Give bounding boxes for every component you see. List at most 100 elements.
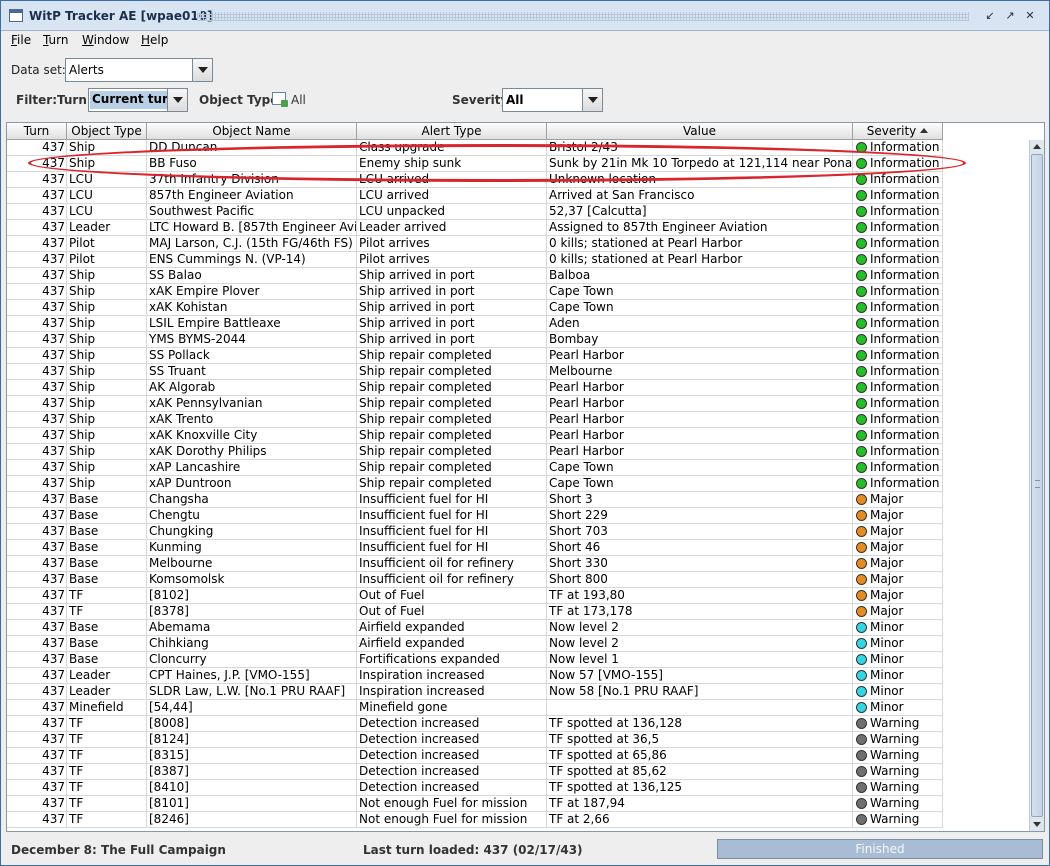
menu-help[interactable]: Help [141, 33, 168, 47]
table-row[interactable]: 437 TF [8101] Not enough Fuel for mission T… [7, 796, 943, 812]
chevron-down-icon[interactable] [167, 89, 187, 111]
cell-turn: 437 [7, 652, 67, 668]
severity-select[interactable]: All [502, 88, 603, 112]
table-row[interactable]: 437 LCU 37th Infantry Division LCU arrived U… [7, 172, 943, 188]
table-row[interactable]: 437 TF [8008] Detection increased TF spotte… [7, 716, 943, 732]
menu-window[interactable]: Window [82, 33, 129, 47]
table-row[interactable]: 437 Minefield [54,44] Minefield gone Minor [7, 700, 943, 716]
table-row[interactable]: 437 Ship xAK Dorothy Philips Ship repair co… [7, 444, 943, 460]
table-row[interactable]: 437 Base Changsha Insufficient fuel for HI S… [7, 492, 943, 508]
table-row[interactable]: 437 Ship xAK Pennsylvanian Ship repair comp… [7, 396, 943, 412]
table-row[interactable]: 437 Ship DD Duncan Class upgrade Bristol 2/4… [7, 140, 943, 156]
vertical-scrollbar[interactable] [1029, 140, 1044, 831]
table-row[interactable]: 437 TF [8102] Out of Fuel TF at 193,80 Major [7, 588, 943, 604]
cell-object-name: Chihkiang [147, 636, 357, 652]
cell-value: TF at 2,66 [547, 812, 853, 828]
severity-dot-icon [856, 254, 867, 265]
severity-dot-icon [856, 654, 867, 665]
column-header-severity[interactable]: Severity [853, 123, 943, 140]
cell-turn: 437 [7, 460, 67, 476]
table-row[interactable]: 437 Leader LTC Howard B. [857th Engineer A… [7, 220, 943, 236]
table-row[interactable]: 437 Pilot ENS Cummings N. (VP-14) Pilot arr… [7, 252, 943, 268]
table-row[interactable]: 437 LCU 857th Engineer Aviation LCU arrived… [7, 188, 943, 204]
scroll-down-icon[interactable] [1030, 817, 1044, 831]
cell-severity: Information [853, 332, 943, 348]
severity-dot-icon [856, 638, 867, 649]
cell-turn: 437 [7, 348, 67, 364]
table-row[interactable]: 437 Ship xAP Lancashire Ship repair complet… [7, 460, 943, 476]
dataset-row: Data set: Alerts [1, 57, 1049, 85]
cell-alert-type: Pilot arrives [357, 236, 547, 252]
table-row[interactable]: 437 Base Chihkiang Airfield expanded Now lev… [7, 636, 943, 652]
cell-value: Pearl Harbor [547, 444, 853, 460]
table-row[interactable]: 437 TF [8124] Detection increased TF spotte… [7, 732, 943, 748]
scroll-up-icon[interactable] [1030, 140, 1044, 154]
severity-dot-icon [856, 382, 867, 393]
object-type-value[interactable]: All [291, 93, 306, 107]
table-row[interactable]: 437 Leader CPT Haines, J.P. [VMO-155] Inspi… [7, 668, 943, 684]
cell-alert-type: Ship arrived in port [357, 300, 547, 316]
column-header-value[interactable]: Value [547, 123, 853, 140]
table-row[interactable]: 437 TF [8315] Detection increased TF spotte… [7, 748, 943, 764]
table-row[interactable]: 437 Base Cloncurry Fortifications expanded N… [7, 652, 943, 668]
cell-severity: Information [853, 188, 943, 204]
maximize-icon[interactable]: ↗ [1002, 8, 1018, 23]
status-bar: December 8: The Full Campaign Last turn … [1, 837, 1049, 865]
severity-dot-icon [856, 606, 867, 617]
table-row[interactable]: 437 TF [8410] Detection increased TF spotte… [7, 780, 943, 796]
dataset-select[interactable]: Alerts [65, 58, 213, 82]
cell-object-name: SLDR Law, L.W. [No.1 PRU RAAF] [147, 684, 357, 700]
cell-alert-type: Detection increased [357, 716, 547, 732]
chevron-down-icon[interactable] [192, 59, 212, 81]
table-row[interactable]: 437 Base Chungking Insufficient fuel for HI… [7, 524, 943, 540]
severity-dot-icon [856, 430, 867, 441]
table-row[interactable]: 437 Base Abemama Airfield expanded Now level… [7, 620, 943, 636]
table-row[interactable]: 437 Pilot MAJ Larson, C.J. (15th FG/46th F… [7, 236, 943, 252]
table-row[interactable]: 437 Ship LSIL Empire Battleaxe Ship arrived… [7, 316, 943, 332]
table-row[interactable]: 437 Ship AK Algorab Ship repair completed Pe… [7, 380, 943, 396]
turn-select[interactable]: Current turn [88, 88, 188, 112]
table-row[interactable]: 437 Base Komsomolsk Insufficient oil for re… [7, 572, 943, 588]
table-row[interactable]: 437 LCU Southwest Pacific LCU unpacked 52,37… [7, 204, 943, 220]
table-row[interactable]: 437 TF [8246] Not enough Fuel for mission T… [7, 812, 943, 828]
severity-dot-icon [856, 510, 867, 521]
table-row[interactable]: 437 Ship xAP Duntroon Ship repair completed… [7, 476, 943, 492]
table-row[interactable]: 437 Ship SS Pollack Ship repair completed Pe… [7, 348, 943, 364]
table-row[interactable]: 437 Ship xAK Empire Plover Ship arrived in … [7, 284, 943, 300]
table-row[interactable]: 437 Ship YMS BYMS-2044 Ship arrived in port… [7, 332, 943, 348]
table-row[interactable]: 437 TF [8378] Out of Fuel TF at 173,178 Majo… [7, 604, 943, 620]
table-row[interactable]: 437 Ship SS Balao Ship arrived in port Balbo… [7, 268, 943, 284]
cell-severity: Minor [853, 636, 943, 652]
cell-object-type: Leader [67, 220, 147, 236]
table-row[interactable]: 437 Ship BB Fuso Enemy ship sunk Sunk by 21i… [7, 156, 943, 172]
table-row[interactable]: 437 Base Chengtu Insufficient fuel for HI Sh… [7, 508, 943, 524]
table-row[interactable]: 437 Base Melbourne Insufficient oil for ref… [7, 556, 943, 572]
menu-file[interactable]: File [11, 33, 31, 47]
cell-object-type: Base [67, 540, 147, 556]
app-window-icon [9, 9, 23, 22]
scrollbar-thumb[interactable] [1031, 154, 1043, 817]
cell-object-type: Leader [67, 668, 147, 684]
cell-alert-type: Out of Fuel [357, 604, 547, 620]
table-row[interactable]: 437 Ship SS Truant Ship repair completed Mel… [7, 364, 943, 380]
title-bar[interactable]: WitP Tracker AE [wpae010] ↙ ↗ ✕ [1, 1, 1049, 31]
column-header-turn[interactable]: Turn [7, 123, 67, 140]
severity-dot-icon [856, 782, 867, 793]
table-row[interactable]: 437 TF [8387] Detection increased TF spotte… [7, 764, 943, 780]
cell-object-name: AK Algorab [147, 380, 357, 396]
column-header-object-name[interactable]: Object Name [147, 123, 357, 140]
column-header-alert-type[interactable]: Alert Type [357, 123, 547, 140]
table-row[interactable]: 437 Ship xAK Knoxville City Ship repair com… [7, 428, 943, 444]
menu-turn[interactable]: Turn [43, 33, 68, 47]
table-row[interactable]: 437 Ship xAK Trento Ship repair completed Pe… [7, 412, 943, 428]
table-row[interactable]: 437 Ship xAK Kohistan Ship arrived in port C… [7, 300, 943, 316]
table-row[interactable]: 437 Base Kunming Insufficient fuel for HI Sh… [7, 540, 943, 556]
close-icon[interactable]: ✕ [1022, 8, 1038, 23]
chevron-down-icon[interactable] [582, 89, 602, 111]
table-row[interactable]: 437 Leader SLDR Law, L.W. [No.1 PRU RAAF] I… [7, 684, 943, 700]
minimize-icon[interactable]: ↙ [982, 8, 998, 23]
cell-object-type: Ship [67, 444, 147, 460]
column-header-object-type[interactable]: Object Type [67, 123, 147, 140]
cell-alert-type: Enemy ship sunk [357, 156, 547, 172]
object-type-filter-icon[interactable] [272, 92, 288, 107]
